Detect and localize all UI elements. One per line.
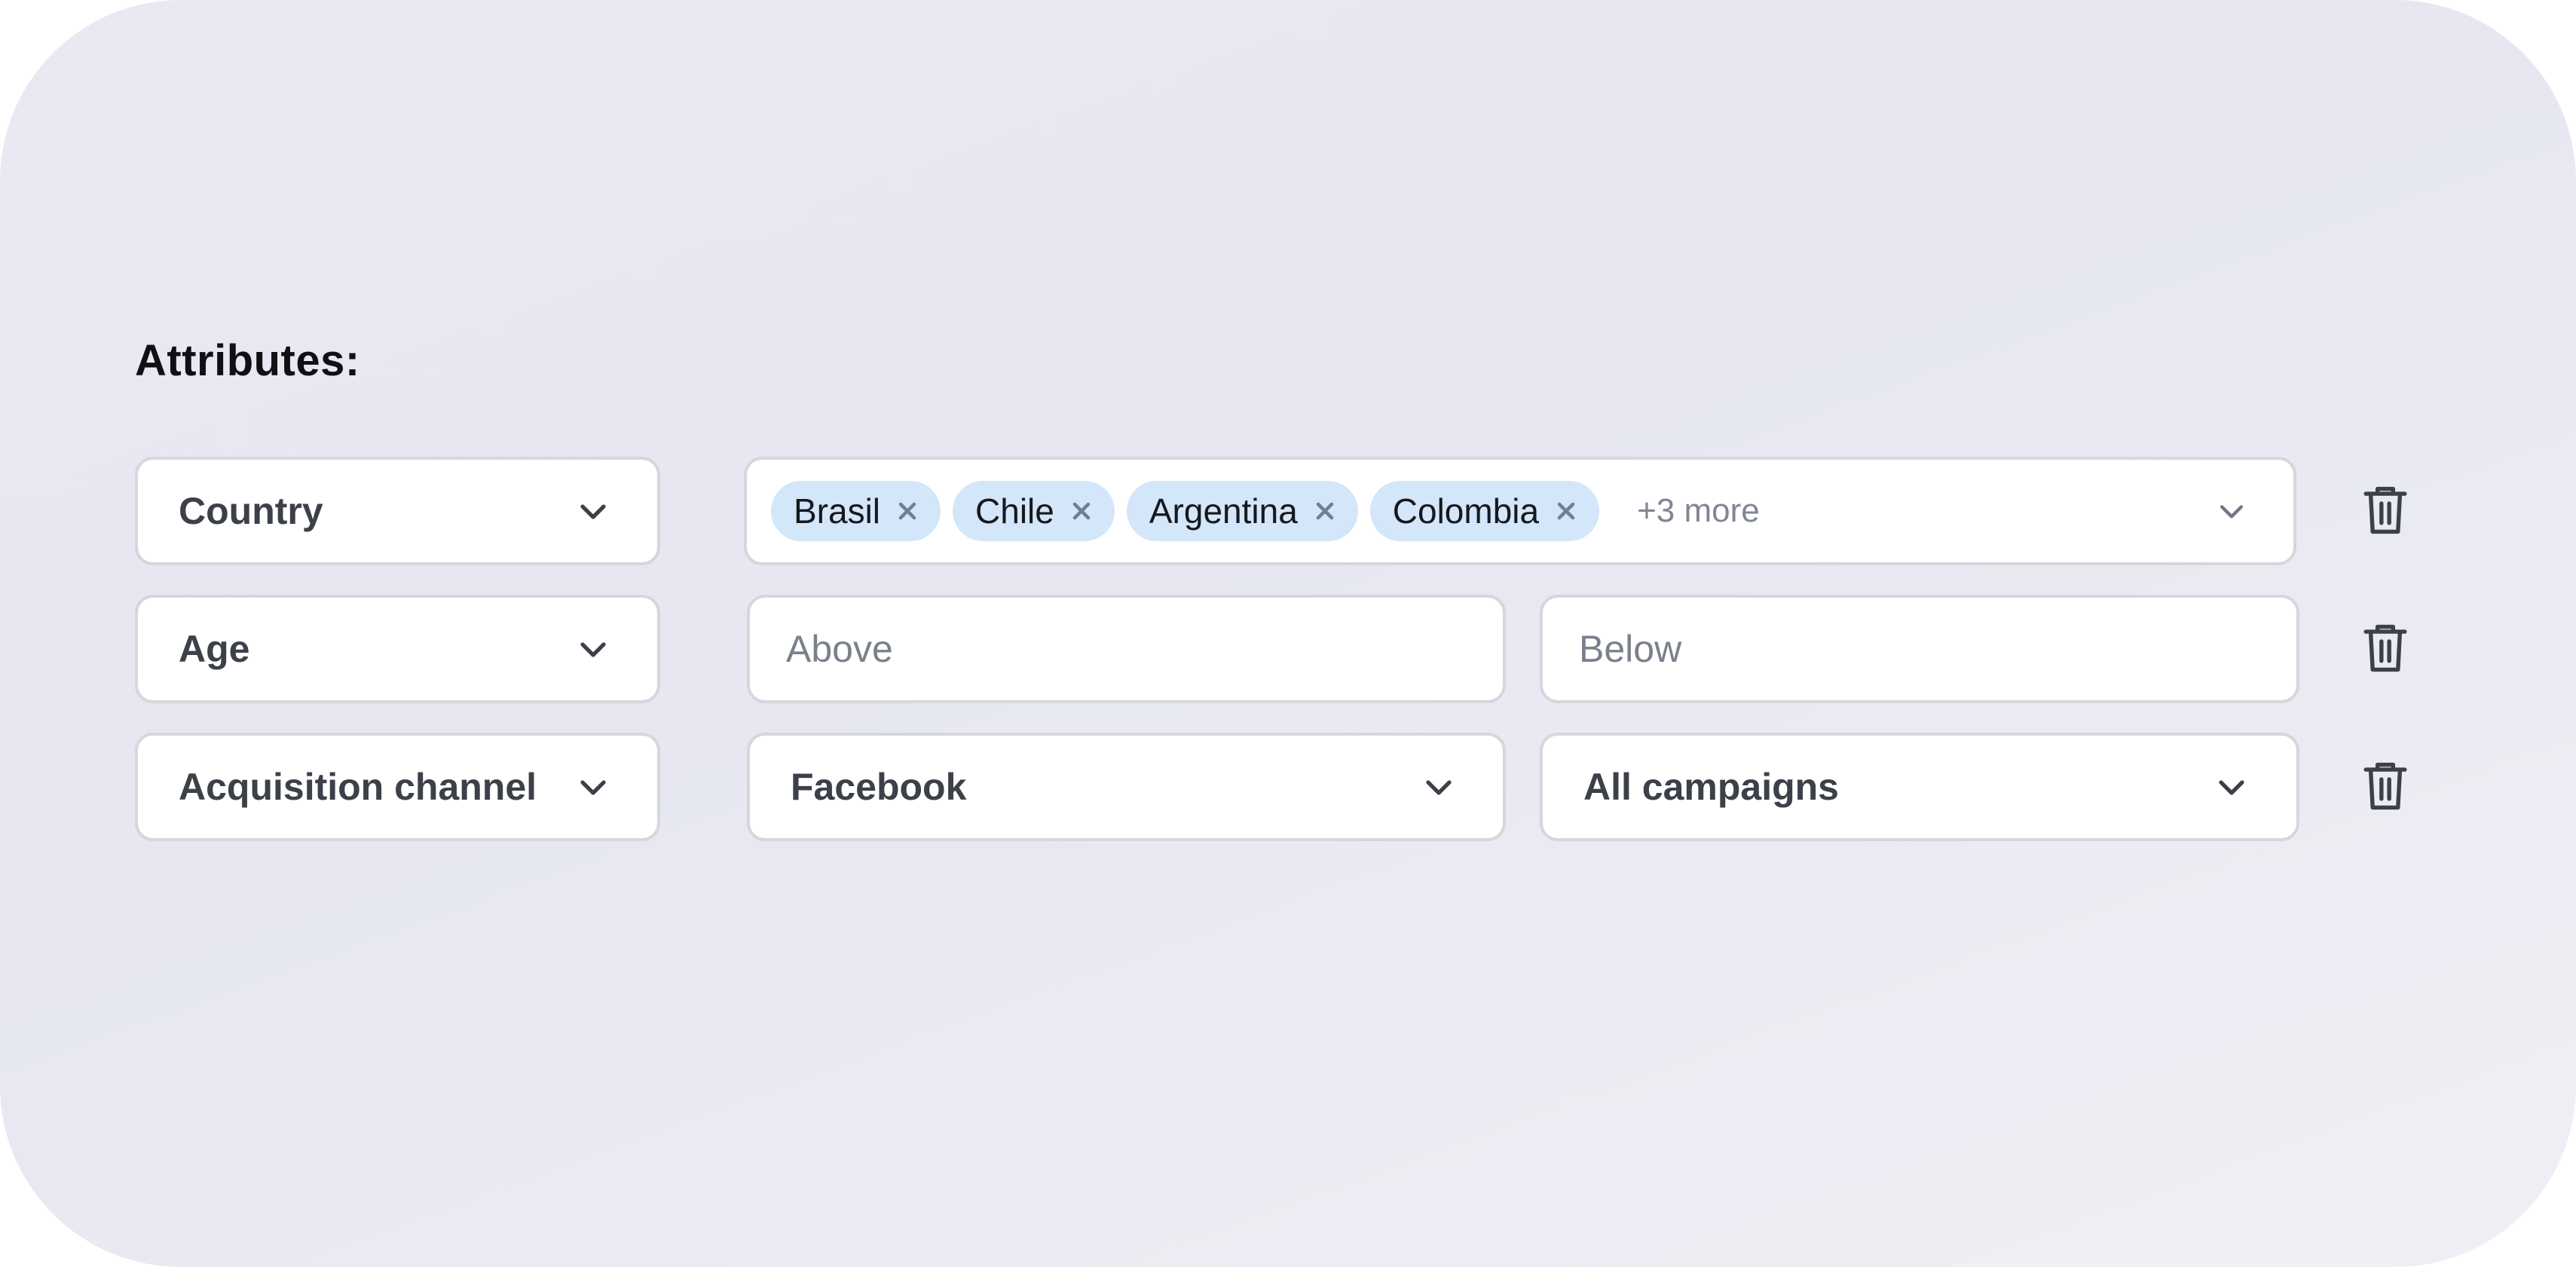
more-count[interactable]: +3 more xyxy=(1637,492,1760,530)
chip-country: Chile xyxy=(953,481,1115,541)
section-title: Attributes: xyxy=(135,336,360,385)
above-placeholder: Above xyxy=(786,628,893,670)
chevron-down-icon xyxy=(2213,769,2250,805)
below-placeholder: Below xyxy=(1579,628,1682,670)
chip-label: Argentina xyxy=(1149,491,1298,531)
chevron-down-icon xyxy=(575,493,611,529)
channel-select[interactable]: Facebook xyxy=(747,733,1506,841)
attribute-select-label: Age xyxy=(179,628,250,670)
chip-country: Brasil xyxy=(771,481,941,541)
close-icon[interactable] xyxy=(1311,497,1338,525)
attribute-select-label: Country xyxy=(179,490,323,532)
close-icon[interactable] xyxy=(894,497,921,525)
close-icon[interactable] xyxy=(1068,497,1095,525)
campaign-select-label: All campaigns xyxy=(1583,766,1839,808)
attribute-select-country[interactable]: Country xyxy=(135,457,660,565)
trash-icon[interactable] xyxy=(2362,484,2409,537)
chevron-down-icon xyxy=(575,631,611,667)
chevron-down-icon xyxy=(1421,769,1457,805)
close-icon[interactable] xyxy=(1553,497,1580,525)
chip-label: Colombia xyxy=(1392,491,1540,531)
chevron-down-icon xyxy=(575,769,611,805)
chip-country: Colombia xyxy=(1369,481,1600,541)
country-multiselect[interactable]: Brasil Chile Argentina Colombia +3 more xyxy=(744,457,2296,565)
attributes-panel: Attributes: Country Brasil Chile Argenti… xyxy=(0,0,2576,1267)
campaign-select[interactable]: All campaigns xyxy=(1540,733,2299,841)
channel-select-label: Facebook xyxy=(791,766,967,808)
attribute-select-age[interactable]: Age xyxy=(135,595,660,703)
chip-list: Brasil Chile Argentina Colombia +3 more xyxy=(771,460,1760,562)
trash-icon[interactable] xyxy=(2362,760,2409,813)
chip-country: Argentina xyxy=(1126,481,1358,541)
age-below-input[interactable]: Below xyxy=(1540,595,2299,703)
trash-icon[interactable] xyxy=(2362,622,2409,675)
attribute-select-label: Acquisition channel xyxy=(179,766,537,808)
chevron-down-icon xyxy=(2215,494,2248,528)
attribute-select-acquisition-channel[interactable]: Acquisition channel xyxy=(135,733,660,841)
chip-label: Chile xyxy=(975,491,1054,531)
chip-label: Brasil xyxy=(794,491,881,531)
age-above-input[interactable]: Above xyxy=(747,595,1506,703)
